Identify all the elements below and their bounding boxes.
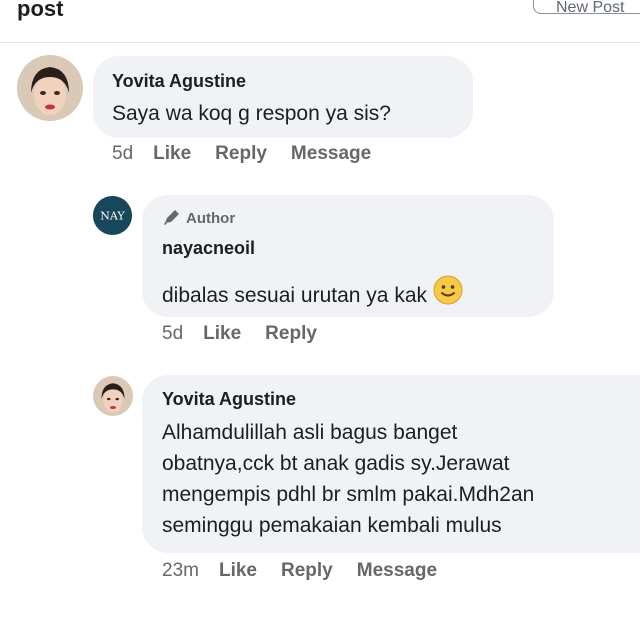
comment-text: Alhamdulillah asli bagus banget obatnya,… (162, 417, 534, 541)
comment-text: Saya wa koq g respon ya sis? (112, 102, 391, 125)
like-button[interactable]: Like (153, 143, 191, 165)
user-photo-icon (93, 376, 133, 416)
avatar[interactable]: NAY (93, 196, 132, 235)
message-button[interactable]: Message (357, 560, 437, 582)
author-badge-label: Author (186, 210, 236, 227)
comment-time: 5d (112, 143, 134, 164)
user-photo-icon (17, 55, 83, 121)
slightly-smiling-face-icon (433, 275, 463, 314)
reply-button[interactable]: Reply (215, 143, 267, 165)
message-button[interactable]: Message (291, 143, 371, 165)
comment-text-line: seminggu pemakaian kembali mulus (162, 514, 502, 537)
comment-text-line: Alhamdulillah asli bagus banget (162, 421, 458, 444)
pen-icon (164, 210, 179, 225)
brand-logo-icon: NAY (93, 196, 132, 235)
like-button[interactable]: Like (219, 560, 257, 582)
comment-time: 5d (162, 323, 184, 344)
reply-button[interactable]: Reply (265, 323, 317, 345)
comment-actions: 5d Like Reply Message (112, 143, 395, 165)
author-badge: Author (162, 208, 235, 227)
top-bar: post New Post (0, 0, 640, 43)
comment-text-content: dibalas sesuai urutan ya kak (162, 284, 427, 307)
comment-actions: 5d Like Reply (162, 323, 341, 345)
comment-text-line: mengempis pdhl br smlm pakai.Mdh2an (162, 483, 535, 506)
comment-author[interactable]: nayacneoil (162, 238, 255, 259)
new-post-button[interactable]: New Post (533, 0, 640, 14)
reply-button[interactable]: Reply (281, 560, 333, 582)
comment-author[interactable]: Yovita Agustine (112, 71, 246, 92)
avatar[interactable] (93, 376, 133, 416)
comment-actions: 23m Like Reply Message (162, 560, 461, 582)
brand-logo-text: NAY (100, 210, 125, 223)
like-button[interactable]: Like (203, 323, 241, 345)
comment-time: 23m (162, 560, 199, 581)
comment-author[interactable]: Yovita Agustine (162, 389, 296, 410)
comment-text-line: obatnya,cck bt anak gadis sy.Jerawat (162, 452, 510, 475)
page-title: post (17, 0, 64, 21)
avatar[interactable] (17, 55, 83, 121)
comment-text: dibalas sesuai urutan ya kak (162, 275, 463, 314)
comment-thread-screen: post New Post Yovita Agustine Saya wa ko… (0, 0, 640, 640)
